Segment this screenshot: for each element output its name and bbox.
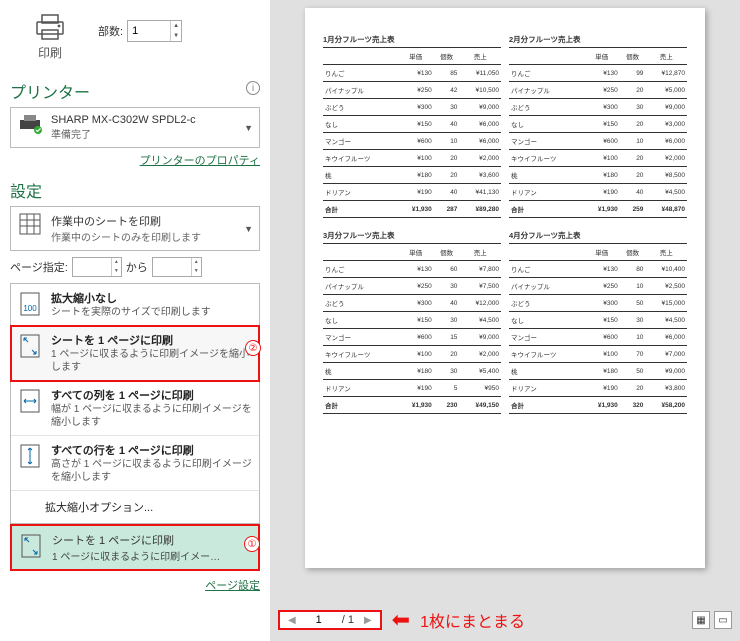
print-scope-selector[interactable]: 作業中のシートを印刷 作業中のシートのみを印刷します ▼ bbox=[10, 206, 260, 251]
sheet-icon bbox=[17, 213, 43, 235]
page-range-label: ページ指定: bbox=[10, 259, 68, 275]
page-setup-link[interactable]: ページ設定 bbox=[205, 580, 260, 592]
zoom-margins-button[interactable]: ▭ bbox=[714, 611, 732, 629]
page-to-input[interactable] bbox=[153, 258, 191, 276]
page-from-input[interactable] bbox=[73, 258, 111, 276]
copies-input[interactable] bbox=[128, 21, 170, 41]
marker-1: ① bbox=[244, 536, 260, 552]
page-from-spinner[interactable]: ▲▼ bbox=[72, 257, 122, 277]
settings-section-title: 設定 bbox=[10, 178, 260, 202]
printer-selector[interactable]: SHARP MX-C302W SPDL2-c 準備完了 ▼ bbox=[10, 107, 260, 148]
current-page-input[interactable] bbox=[302, 614, 336, 626]
next-page-button[interactable]: ▶ bbox=[360, 615, 376, 626]
prev-page-button[interactable]: ◀ bbox=[284, 615, 300, 626]
page-navigator[interactable]: ◀ / 1 ▶ bbox=[278, 610, 382, 630]
scope-title: 作業中のシートを印刷 bbox=[51, 213, 236, 229]
printer-status-icon bbox=[17, 114, 43, 134]
page-100-icon: 100 bbox=[17, 290, 43, 316]
print-preview-page: 1月分フルーツ売上表単価個数売上りんご¥13085¥11,050パイナップル¥2… bbox=[305, 8, 705, 568]
scope-desc: 作業中のシートのみを印刷します bbox=[51, 229, 236, 244]
fit-columns-icon bbox=[17, 387, 43, 413]
page-to-spinner[interactable]: ▲▼ bbox=[152, 257, 202, 277]
fit-page-icon bbox=[18, 532, 44, 558]
scale-selector[interactable]: シートを 1 ページに印刷 1 ページに収まるように印刷イメー… ▼ ① bbox=[10, 524, 260, 571]
scale-option-list: 100 拡大縮小なしシートを実際のサイズで印刷します シートを 1 ページに印刷… bbox=[10, 283, 260, 524]
copies-spinner[interactable]: ▲▼ bbox=[127, 20, 182, 42]
copies-up[interactable]: ▲ bbox=[171, 21, 181, 31]
printer-icon bbox=[33, 12, 67, 42]
fit-rows-icon bbox=[17, 442, 43, 468]
zoom-to-page-button[interactable]: ▦ bbox=[692, 611, 710, 629]
copies-label: 部数: bbox=[98, 23, 123, 39]
info-icon[interactable]: i bbox=[246, 81, 260, 95]
svg-text:100: 100 bbox=[23, 304, 37, 313]
chevron-down-icon: ▼ bbox=[244, 224, 253, 234]
chevron-down-icon: ▼ bbox=[244, 123, 253, 133]
printer-name: SHARP MX-C302W SPDL2-c bbox=[51, 114, 236, 126]
scale-option-fit-columns[interactable]: すべての列を 1 ページに印刷幅が 1 ページに収まるように印刷イメージを縮小し… bbox=[11, 381, 259, 436]
marker-2: ② bbox=[245, 340, 261, 356]
printer-properties-link[interactable]: プリンターのプロパティ bbox=[140, 155, 260, 167]
annotation-arrow-icon: ⬅ bbox=[392, 607, 410, 633]
copies-down[interactable]: ▼ bbox=[171, 31, 181, 41]
page-to-label: から bbox=[126, 259, 148, 275]
scale-option-none[interactable]: 100 拡大縮小なしシートを実際のサイズで印刷します bbox=[11, 284, 259, 326]
scale-option-fit-sheet[interactable]: シートを 1 ページに印刷1 ページに収まるように印刷イメージを縮小します ② bbox=[11, 326, 259, 381]
printer-section-title: プリンター bbox=[10, 79, 90, 103]
annotation-caption: 1枚にまとまる bbox=[420, 608, 525, 632]
total-pages: / 1 bbox=[338, 614, 358, 626]
scale-option-fit-rows[interactable]: すべての行を 1 ページに印刷高さが 1 ページに収まるように印刷イメージを縮小… bbox=[11, 436, 259, 491]
print-label: 印刷 bbox=[10, 44, 90, 61]
scale-custom-options[interactable]: 拡大縮小オプション... bbox=[11, 491, 259, 523]
print-button[interactable]: 印刷 bbox=[10, 8, 90, 69]
fit-page-icon bbox=[17, 332, 43, 358]
printer-status: 準備完了 bbox=[51, 126, 236, 141]
